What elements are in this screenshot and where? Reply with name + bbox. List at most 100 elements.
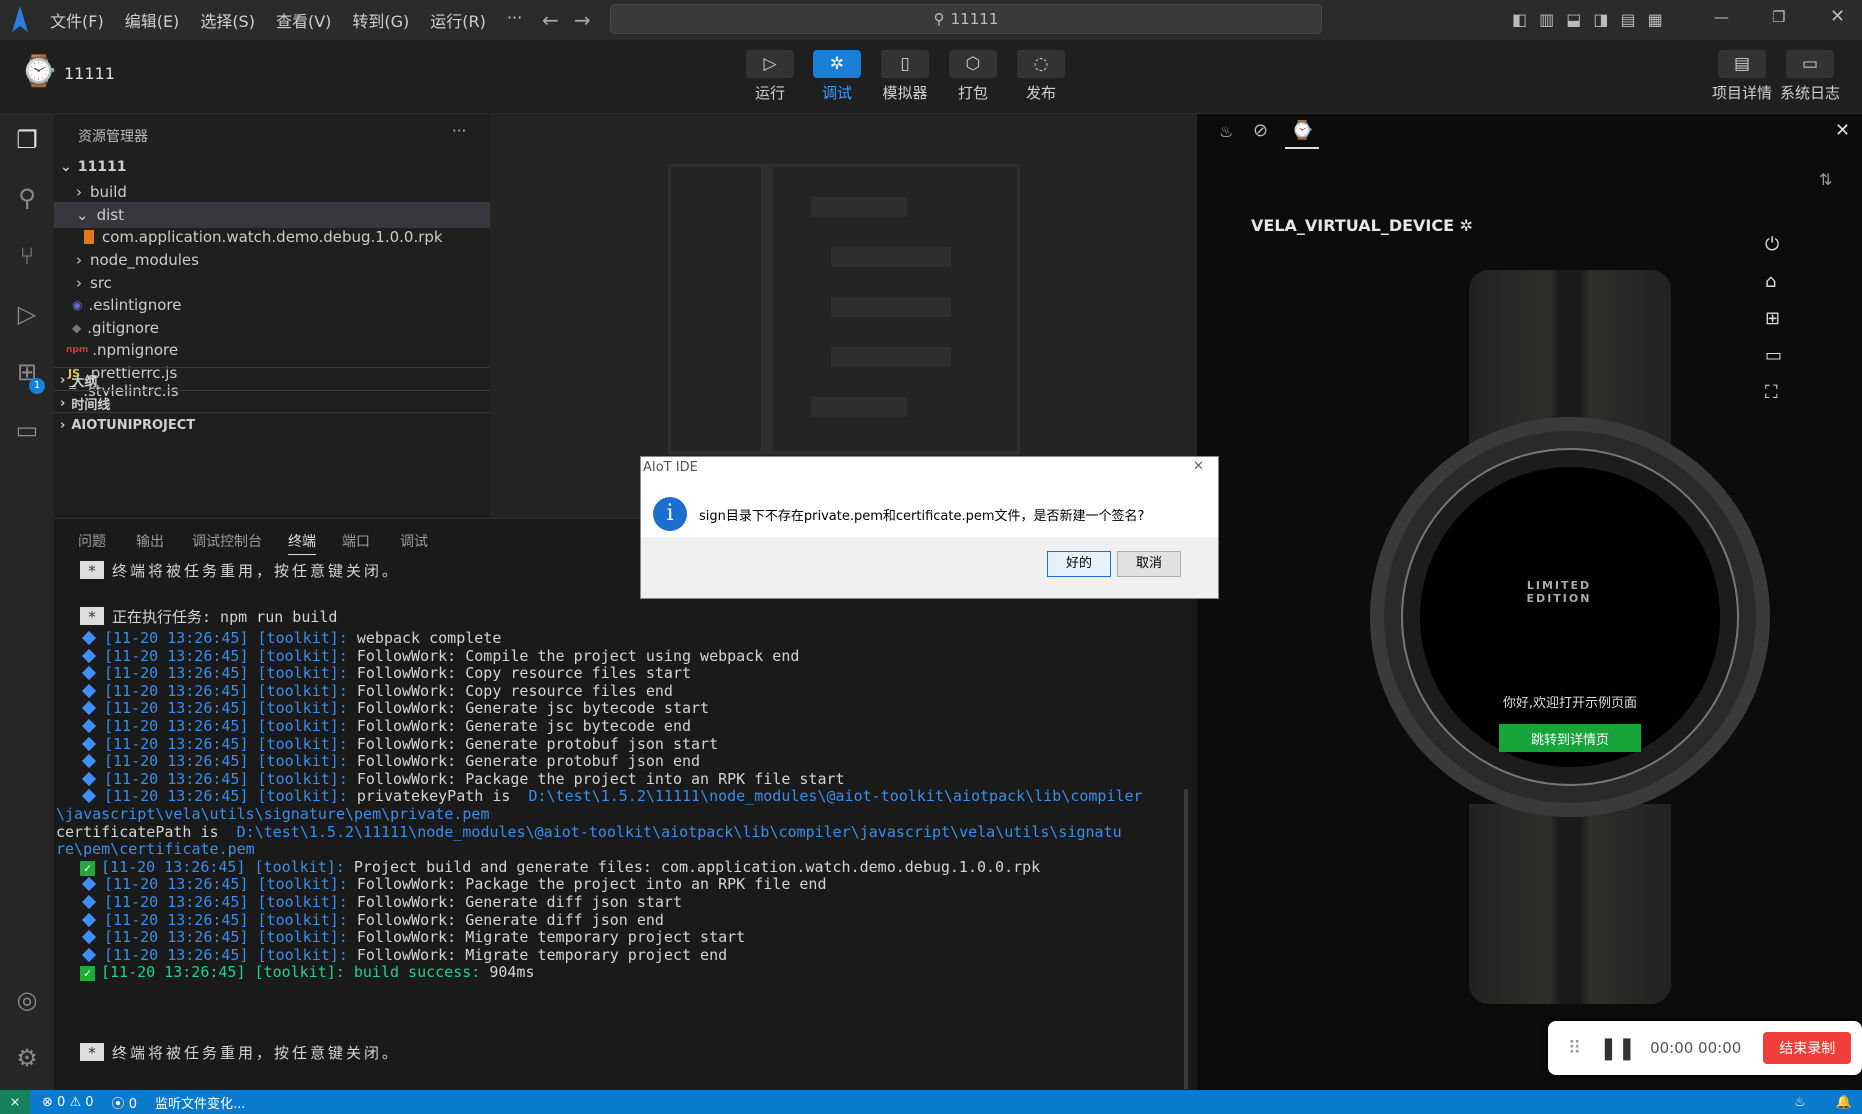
minimize-icon[interactable]: — — [1714, 8, 1729, 26]
back-arrow-icon[interactable]: ← — [542, 8, 559, 32]
watch-detail-button[interactable]: 跳转到详情页 — [1499, 724, 1641, 752]
menu-view[interactable]: 查看(V) — [276, 8, 331, 32]
info-diamond-icon — [81, 701, 97, 716]
broadcast-icon: ⦿ — [111, 1096, 125, 1112]
toggle-aux-icon[interactable]: ▤ — [1621, 10, 1636, 29]
pause-icon[interactable]: ❚❚ — [1599, 1036, 1636, 1061]
pack-button[interactable]: ⬡ 打包 — [943, 50, 1003, 103]
tab-problems[interactable]: 问题 — [78, 531, 106, 551]
tab-ports[interactable]: 端口 — [342, 531, 370, 551]
tree-root[interactable]: ⌄ 11111 — [54, 154, 490, 180]
debug-button[interactable]: ✲ 调试 — [807, 50, 867, 103]
section-aiotuniproject[interactable]: › AIOTUNIPROJECT — [54, 412, 490, 438]
search-text: 11111 — [950, 10, 999, 28]
log-message: FollowWork: Copy resource files end — [356, 681, 673, 700]
project-detail-button[interactable]: ▤ 项目详情 — [1709, 50, 1775, 103]
flame-status-icon[interactable]: ♨ — [1794, 1095, 1806, 1110]
dialog-close-icon[interactable]: ✕ — [1193, 459, 1204, 474]
notification-bell-icon[interactable]: 🔔 — [1836, 1095, 1852, 1110]
publish-button[interactable]: ◌ 发布 — [1011, 50, 1071, 103]
watch-tab-icon[interactable]: ⌚ — [1285, 120, 1320, 149]
rotate-icon[interactable]: ⇅ — [1819, 170, 1832, 189]
log-message: FollowWork: Migrate temporary project en… — [356, 945, 728, 964]
dialog-ok-button[interactable]: 好的 — [1047, 551, 1111, 577]
log-path: \javascript\vela\utils\signature\pem\pri… — [56, 805, 490, 823]
log-source: [toolkit]: — [257, 734, 348, 753]
watching-status: 监听文件变化... — [154, 1096, 246, 1112]
log-message: FollowWork: Migrate temporary project st… — [356, 928, 746, 947]
log-message: Project build and generate files: com.ap… — [353, 857, 1041, 876]
log-source: [toolkit]: — [257, 646, 348, 665]
stop-recording-button[interactable]: 结束录制 — [1763, 1032, 1852, 1064]
terminal-task-icon: * — [80, 607, 104, 626]
chevron-right-icon: › — [76, 183, 82, 201]
close-panel-icon[interactable]: ✕ — [1835, 120, 1850, 141]
menu-run[interactable]: 运行(R) — [430, 8, 486, 32]
settings-gear-icon[interactable]: ⚙ — [9, 1040, 45, 1076]
menu-bar: 文件(F) 编辑(E) 选择(S) 查看(V) 转到(G) 运行(R) ··· — [50, 8, 543, 32]
status-bar: ⨯ ⊗ 0 ⚠ 0 ⦿ 0 监听文件变化... ♨ 🔔 — [0, 1090, 1862, 1114]
apps-grid-icon[interactable]: ⊞ — [1765, 308, 1782, 329]
forward-arrow-icon[interactable]: → — [574, 8, 591, 32]
tab-terminal[interactable]: 终端 — [288, 531, 316, 555]
dialog-cancel-button[interactable]: 取消 — [1117, 551, 1181, 577]
bug-icon: ✲ — [1459, 216, 1474, 235]
toggle-secondary-sidebar-icon[interactable]: ◨ — [1593, 10, 1608, 29]
title-bar: 文件(F) 编辑(E) 选择(S) 查看(V) 转到(G) 运行(R) ··· … — [0, 0, 1862, 40]
menu-go[interactable]: 转到(G) — [352, 8, 409, 32]
menu-edit[interactable]: 编辑(E) — [125, 8, 180, 32]
toggle-primary-sidebar-icon[interactable]: ◧ — [1512, 10, 1527, 29]
menu-more[interactable]: ··· — [507, 8, 522, 32]
bug-icon: ✲ — [813, 50, 861, 78]
search-icon[interactable]: ⚲ — [9, 180, 45, 216]
log-timestamp: [11-20 13:26:45] — [104, 681, 249, 700]
ports-status[interactable]: ⦿ 0 — [112, 1093, 137, 1112]
log-source: [toolkit]: — [257, 787, 348, 806]
home-icon[interactable]: ⌂ — [1765, 271, 1782, 292]
account-icon[interactable]: ◎ — [9, 982, 45, 1018]
log-source: [toolkit]: — [257, 699, 348, 718]
log-source: [toolkit]: — [257, 945, 348, 964]
log-timestamp: [11-20 13:26:45] — [104, 646, 249, 665]
toggle-panel-icon[interactable]: ⬓ — [1566, 10, 1581, 29]
power-icon[interactable]: ⏻ — [1765, 234, 1782, 255]
command-search-input[interactable]: ⚲ 11111 — [610, 4, 1322, 34]
toggle-sidebar-icon[interactable]: ▥ — [1539, 10, 1554, 29]
menu-selection[interactable]: 选择(S) — [200, 8, 255, 32]
log-timestamp: [11-20 13:26:45] — [101, 857, 246, 876]
log-timestamp: [11-20 13:26:45] — [104, 699, 249, 718]
source-control-icon[interactable]: ⑂ — [9, 238, 45, 274]
watch-icon: ⌚ — [20, 54, 58, 89]
tab-debug-console[interactable]: 调试控制台 — [192, 531, 262, 551]
info-diamond-icon — [81, 666, 97, 681]
info-diamond-icon — [81, 877, 97, 892]
remote-icon[interactable]: ⨯ — [0, 1090, 30, 1114]
system-log-button[interactable]: ▭ 系统日志 — [1777, 50, 1843, 103]
explorer-more-icon[interactable]: ··· — [452, 122, 466, 140]
log-message: FollowWork: Generate protobuf json end — [356, 752, 701, 771]
close-window-icon[interactable]: ✕ — [1830, 6, 1845, 27]
terminal-scrollbar[interactable] — [1184, 789, 1188, 1089]
chevron-down-icon: ⌄ — [76, 206, 89, 224]
flame-icon[interactable]: ♨ — [1219, 122, 1233, 141]
log-source: [toolkit]: — [257, 893, 348, 911]
explorer-icon[interactable]: ❐ — [9, 122, 45, 158]
project-manager-icon[interactable]: ▭ — [9, 412, 45, 448]
info-diamond-icon — [81, 894, 97, 910]
log-message: certificatePath is — [56, 822, 219, 841]
tab-output[interactable]: 输出 — [136, 531, 164, 551]
drag-handle-icon[interactable]: ⠿ — [1568, 1038, 1581, 1059]
run-button[interactable]: ▷ 运行 — [740, 50, 800, 103]
screenshot-icon[interactable]: ▭ — [1765, 345, 1782, 366]
customize-layout-icon[interactable]: ▦ — [1648, 10, 1663, 29]
log-source: [toolkit]: — [254, 963, 345, 982]
sign-dialog: AIoT IDE ✕ i sign目录下不存在private.pem和certi… — [640, 456, 1219, 599]
compass-icon[interactable]: ⊘ — [1253, 120, 1268, 141]
tab-debug[interactable]: 调试 — [400, 531, 428, 551]
simulator-button[interactable]: ▯ 模拟器 — [875, 50, 935, 103]
menu-file[interactable]: 文件(F) — [50, 8, 104, 32]
problems-status[interactable]: ⊗ 0 ⚠ 0 — [42, 1095, 94, 1110]
restore-icon[interactable]: ❐ — [1772, 8, 1785, 26]
run-debug-icon[interactable]: ▷ — [9, 296, 45, 332]
fullscreen-icon[interactable]: ⛶ — [1765, 382, 1782, 403]
